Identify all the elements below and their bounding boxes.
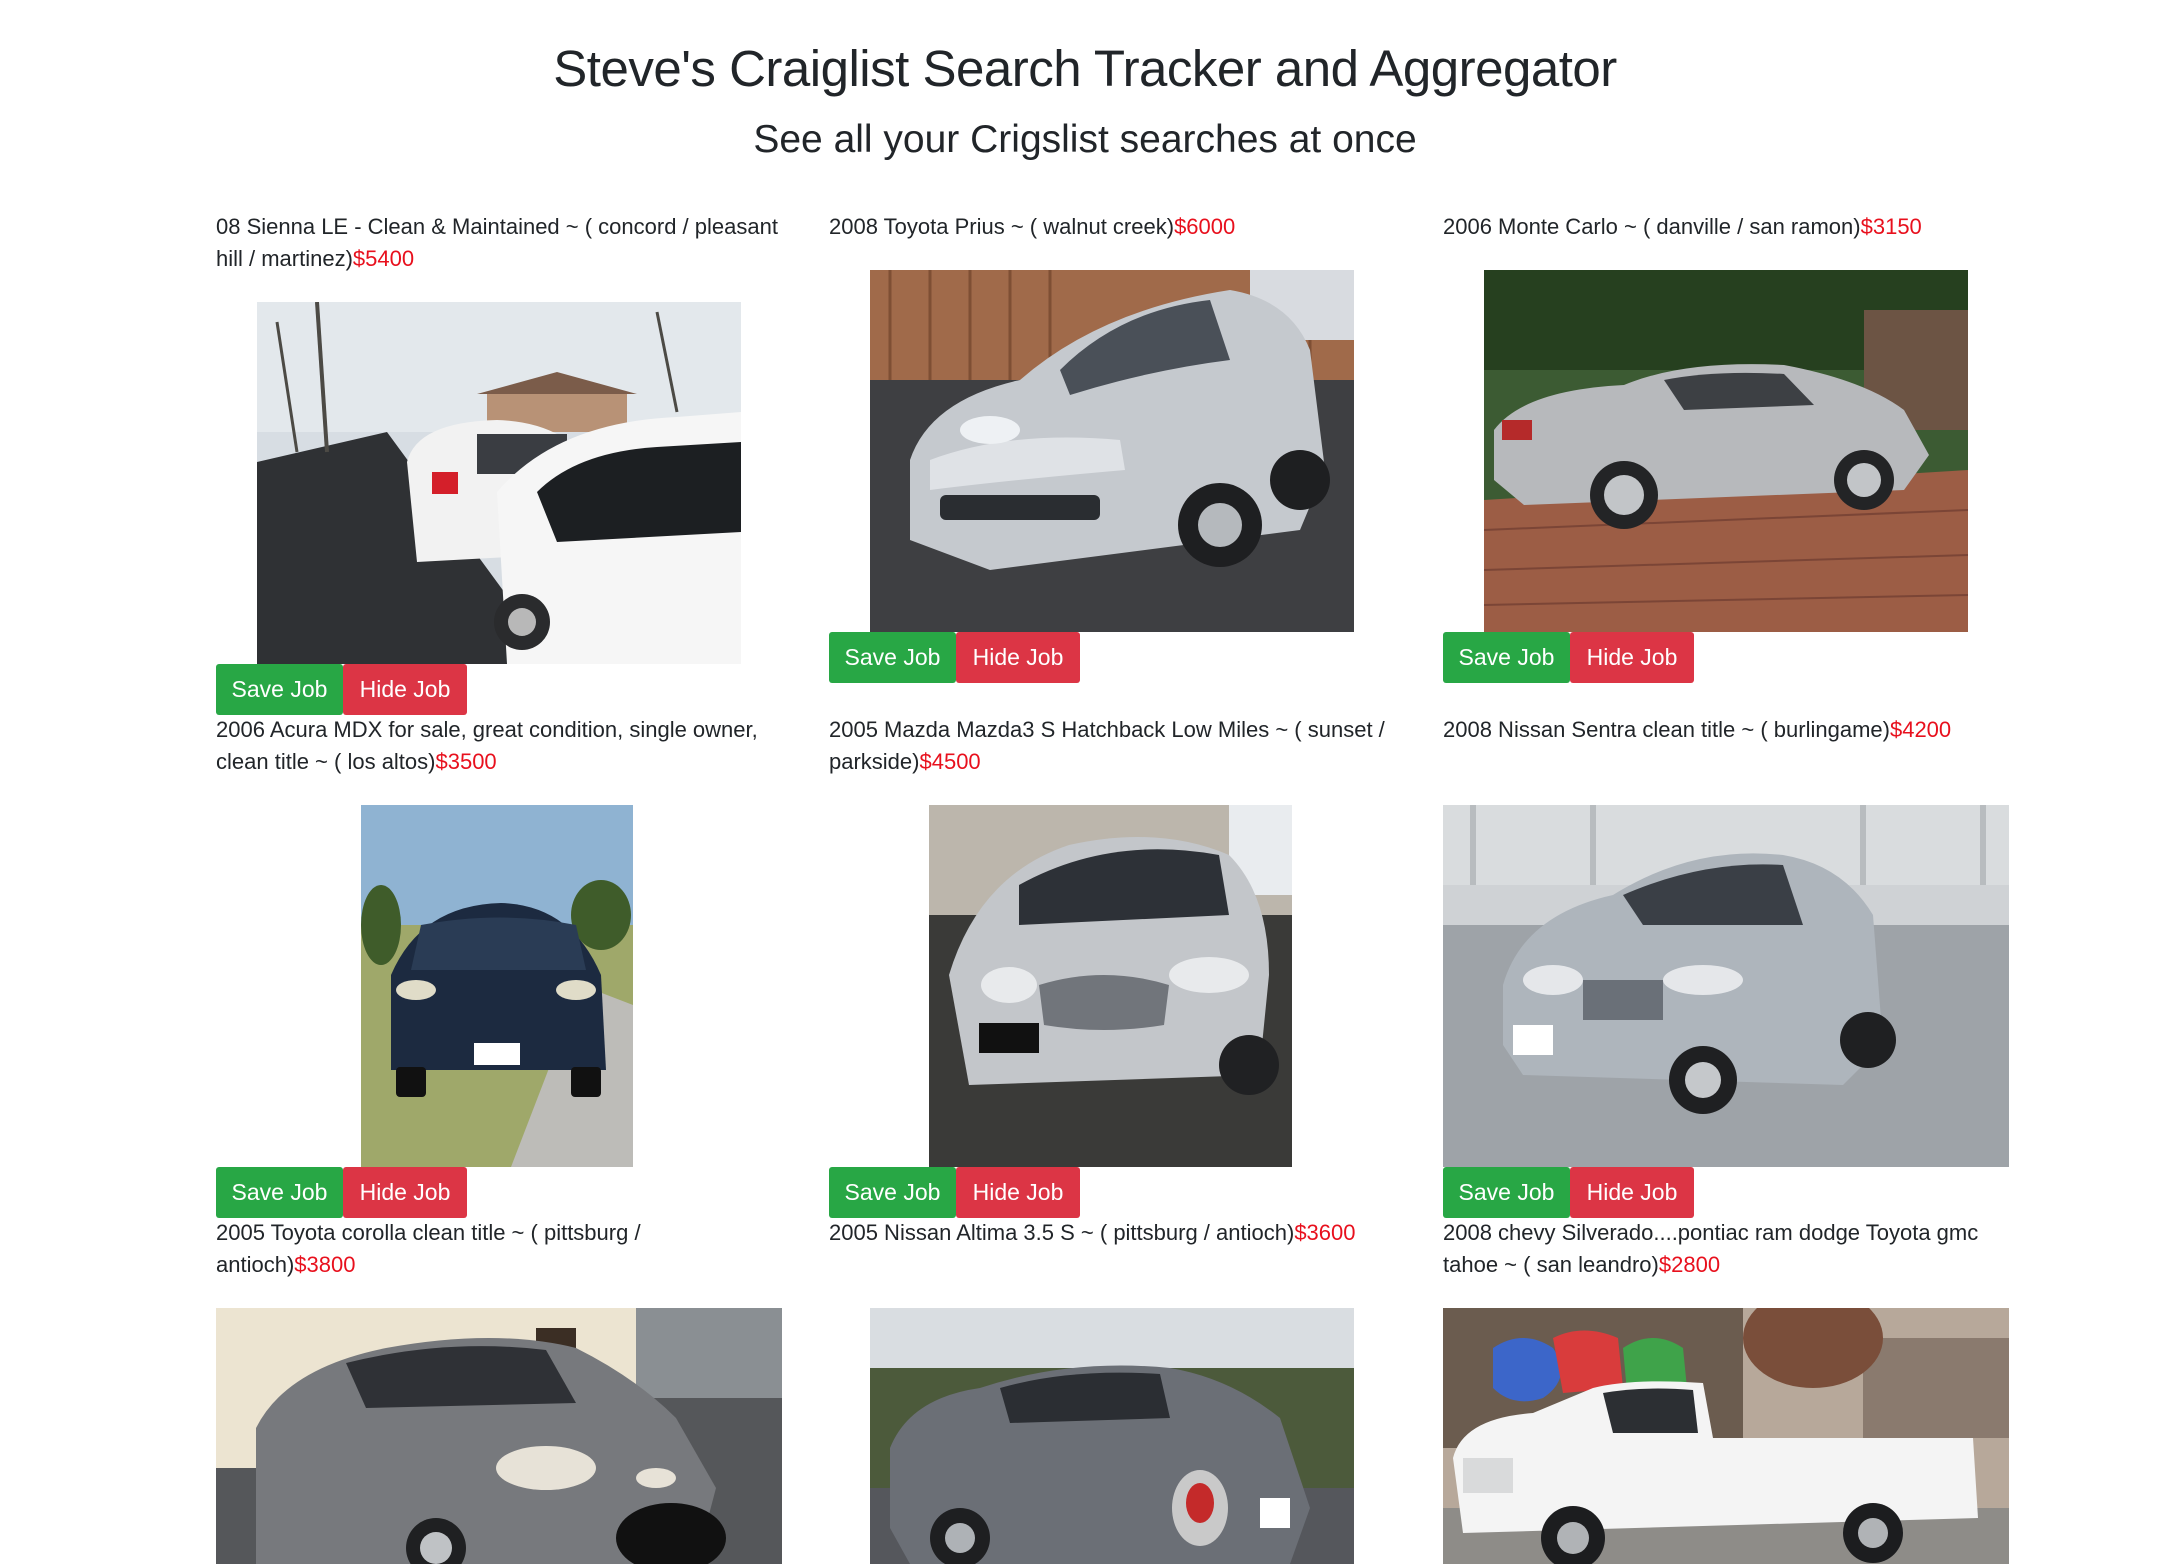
listing-card: 2005 Mazda Mazda3 S Hatchback Low Miles …	[829, 714, 1397, 1218]
listing-title[interactable]: 2006 Monte Carlo ~ ( danville / san ramo…	[1443, 211, 2011, 243]
listing-photo[interactable]	[1443, 805, 2009, 1167]
listing-card: 2008 Toyota Prius ~ ( walnut creek)$6000	[829, 211, 1397, 683]
listing-title-text: 2005 Toyota corolla clean title ~ ( pitt…	[216, 1220, 641, 1277]
listing-title[interactable]: 2008 Toyota Prius ~ ( walnut creek)$6000	[829, 211, 1397, 243]
listing-title[interactable]: 08 Sienna LE - Clean & Maintained ~ ( co…	[216, 211, 784, 275]
listing-actions: Save Job Hide Job	[829, 632, 1080, 683]
listing-card: 2005 Nissan Altima 3.5 S ~ ( pittsburg /…	[829, 1217, 1397, 1564]
listing-title-text: 2008 Toyota Prius ~ ( walnut creek)	[829, 214, 1175, 239]
listing-card: 2008 chevy Silverado....pontiac ram dodg…	[1443, 1217, 2011, 1564]
listing-title-text: 2006 Monte Carlo ~ ( danville / san ramo…	[1443, 214, 1861, 239]
listing-photo[interactable]	[870, 1308, 1354, 1564]
listing-price: $4200	[1889, 717, 1952, 742]
listing-title-text: 2005 Mazda Mazda3 S Hatchback Low Miles …	[829, 717, 1385, 774]
listing-price: $3800	[294, 1252, 356, 1277]
listing-price: $5400	[352, 246, 415, 271]
listing-photo[interactable]	[216, 1308, 782, 1564]
listing-photo[interactable]	[1484, 270, 1968, 632]
listing-photo[interactable]	[1443, 1308, 2009, 1564]
save-job-button[interactable]: Save Job	[216, 664, 343, 715]
save-job-button[interactable]: Save Job	[829, 632, 956, 683]
listing-title[interactable]: 2008 Nissan Sentra clean title ~ ( burli…	[1443, 714, 2011, 746]
listing-card: 2006 Monte Carlo ~ ( danville / san ramo…	[1443, 211, 2011, 683]
hide-job-button[interactable]: Hide Job	[956, 1167, 1080, 1218]
listing-title[interactable]: 2008 chevy Silverado....pontiac ram dodg…	[1443, 1217, 2011, 1281]
listing-actions: Save Job Hide Job	[829, 1167, 1080, 1218]
listing-photo[interactable]	[870, 270, 1354, 632]
listing-title[interactable]: 2005 Mazda Mazda3 S Hatchback Low Miles …	[829, 714, 1397, 778]
hide-job-button[interactable]: Hide Job	[343, 1167, 467, 1218]
listing-photo[interactable]	[929, 805, 1292, 1167]
hide-job-button[interactable]: Hide Job	[1570, 1167, 1694, 1218]
save-job-button[interactable]: Save Job	[1443, 1167, 1570, 1218]
listing-card: 2008 Nissan Sentra clean title ~ ( burli…	[1443, 714, 2011, 1218]
hide-job-button[interactable]: Hide Job	[343, 664, 467, 715]
listing-title-text: 2008 Nissan Sentra clean title ~ ( burli…	[1443, 717, 1890, 742]
listing-photo[interactable]	[257, 302, 741, 664]
listing-card: 2006 Acura MDX for sale, great condition…	[216, 714, 784, 1218]
listing-price: $2800	[1658, 1252, 1721, 1277]
listing-price: $4500	[919, 749, 981, 774]
save-job-button[interactable]: Save Job	[829, 1167, 956, 1218]
hide-job-button[interactable]: Hide Job	[956, 632, 1080, 683]
listing-card: 08 Sienna LE - Clean & Maintained ~ ( co…	[216, 211, 784, 715]
listing-price: $3150	[1860, 214, 1922, 239]
listing-photo[interactable]	[361, 805, 633, 1167]
listing-title-text: 08 Sienna LE - Clean & Maintained ~ ( co…	[216, 214, 778, 271]
listing-actions: Save Job Hide Job	[1443, 1167, 1694, 1218]
listing-price: $6000	[1174, 214, 1236, 239]
listing-title[interactable]: 2005 Nissan Altima 3.5 S ~ ( pittsburg /…	[829, 1217, 1397, 1249]
listing-actions: Save Job Hide Job	[1443, 632, 1694, 683]
listing-title[interactable]: 2006 Acura MDX for sale, great condition…	[216, 714, 784, 778]
listing-actions: Save Job Hide Job	[216, 1167, 467, 1218]
save-job-button[interactable]: Save Job	[1443, 632, 1570, 683]
listing-grid: 08 Sienna LE - Clean & Maintained ~ ( co…	[216, 0, 2009, 1564]
hide-job-button[interactable]: Hide Job	[1570, 632, 1694, 683]
listing-actions: Save Job Hide Job	[216, 664, 467, 715]
listing-title-text: 2005 Nissan Altima 3.5 S ~ ( pittsburg /…	[829, 1220, 1295, 1245]
listing-price: $3600	[1294, 1220, 1356, 1245]
listing-price: $3500	[435, 749, 497, 774]
save-job-button[interactable]: Save Job	[216, 1167, 343, 1218]
listing-card: 2005 Toyota corolla clean title ~ ( pitt…	[216, 1217, 784, 1564]
listing-title[interactable]: 2005 Toyota corolla clean title ~ ( pitt…	[216, 1217, 784, 1281]
